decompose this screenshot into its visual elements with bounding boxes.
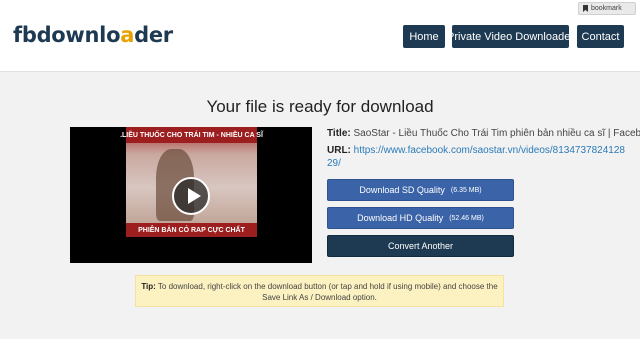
video-url-link[interactable]: https://www.facebook.com/saostar.vn/vide… [327,145,625,169]
tip-text: To download, right-click on the download… [157,282,498,302]
download-sd-size: (6.35 MB) [450,186,482,194]
nav-private-video-downloader-button[interactable]: Private Video Downloader [447,25,574,48]
download-hd-size: (52.46 MB) [449,214,484,222]
convert-another-button[interactable]: Convert Another [327,235,514,257]
video-title-row: Title: SaoStar - Liều Thuốc Cho Trái Tim… [327,127,640,140]
download-hd-button[interactable]: Download HD Quality (52.46 MB) [327,207,514,229]
bookmark-button[interactable]: bookmark [578,2,636,15]
page-title: Your file is ready for download [206,97,434,116]
poster-bottom-caption: PHIÊN BẢN CÓ RAP CỰC CHẤT [126,223,257,237]
video-thumbnail[interactable]: .LIỀU THUỐC CHO TRÁI TIM - NHIỀU CA SĨ P… [70,127,312,263]
download-hd-label: Download HD Quality [357,213,444,223]
video-title: SaoStar - Liều Thuốc Cho Trái Tim phiên … [353,128,640,139]
bookmark-label: bookmark [591,5,622,12]
tip-box: Tip: To download, right-click on the dow… [135,275,504,307]
site-logo[interactable]: fbdownloader [13,23,173,47]
logo-accent: a [120,23,135,47]
nav-home-button[interactable]: Home [403,25,445,48]
title-label: Title: [327,128,351,139]
video-url-row: URL: https://www.facebook.com/saostar.vn… [327,144,627,170]
tip-label: Tip: [141,282,156,291]
site-header: fbdownloader Home Private Video Download… [0,0,640,72]
url-label: URL: [327,145,351,156]
nav-contact-button[interactable]: Contact [577,25,624,48]
download-sd-button[interactable]: Download SD Quality (6.35 MB) [327,179,514,201]
poster-top-caption: .LIỀU THUỐC CHO TRÁI TIM - NHIỀU CA SĨ [120,127,263,143]
download-sd-label: Download SD Quality [359,185,445,195]
bookmark-icon [583,5,588,12]
video-info: Title: SaoStar - Liều Thuốc Cho Trái Tim… [327,127,640,170]
play-icon[interactable] [172,177,210,215]
